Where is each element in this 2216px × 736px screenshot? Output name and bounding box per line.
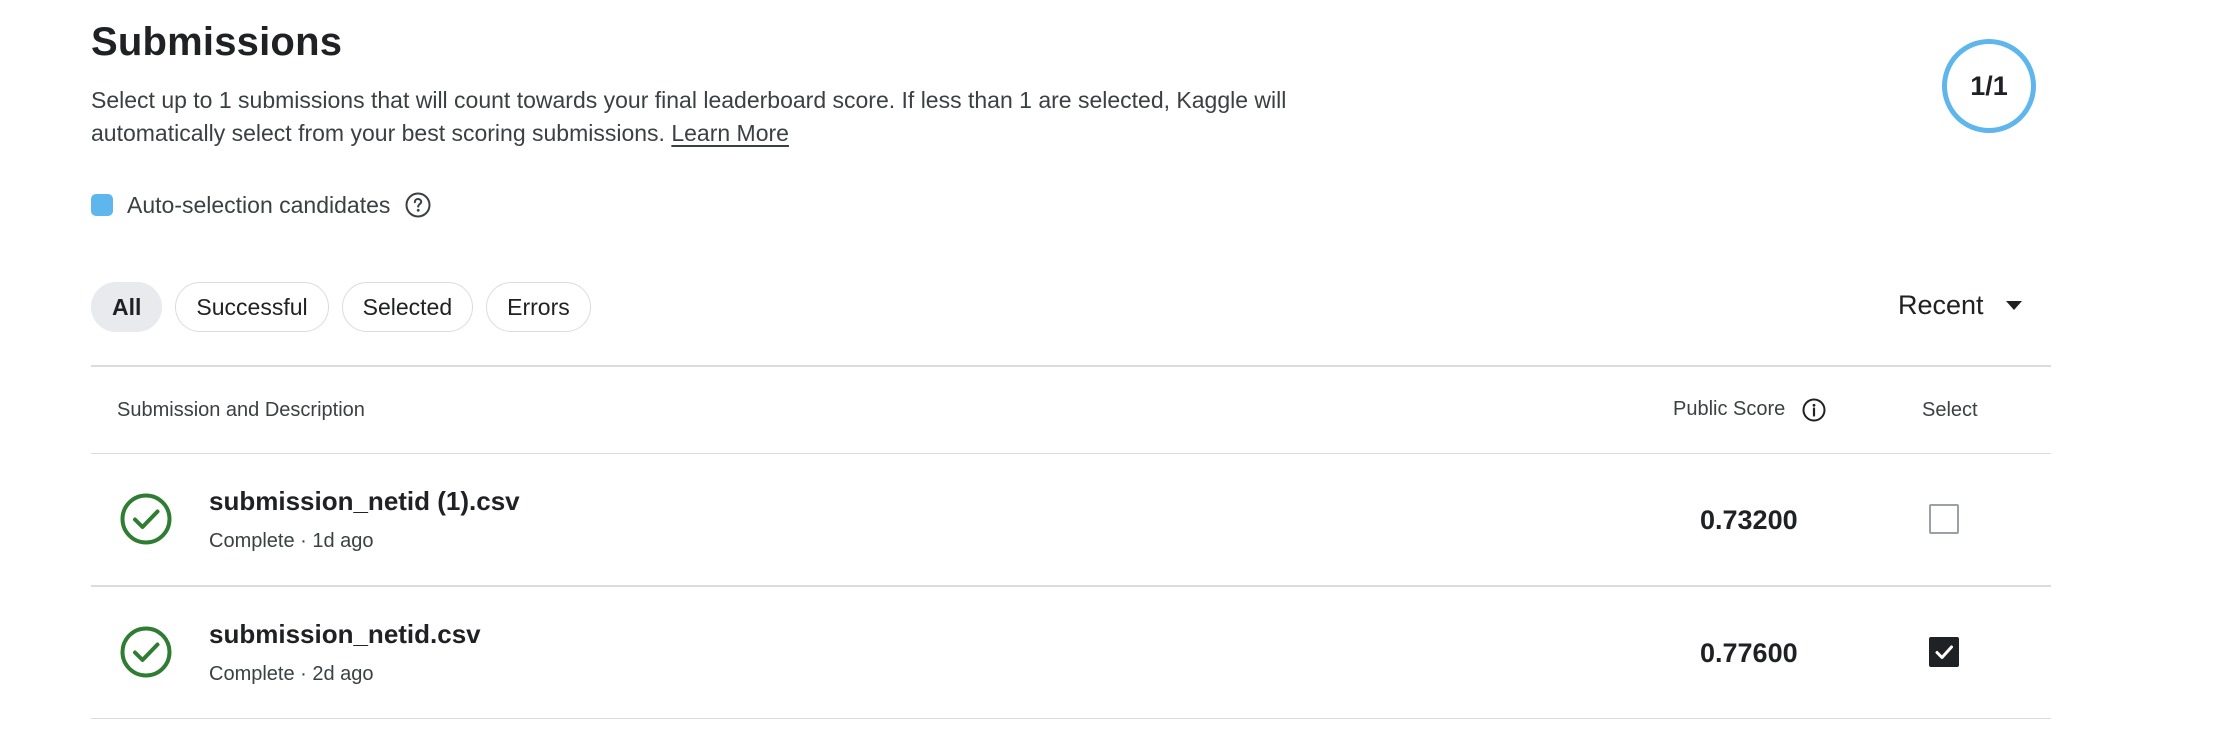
submissions-table: Submission and Description Public Score … [91,365,2051,719]
filter-selected-chip[interactable]: Selected [341,282,474,332]
checkmark-icon [1935,645,1953,659]
auto-selection-legend: Auto-selection candidates [91,190,432,220]
submission-meta: Complete · 1d ago [209,530,374,552]
column-header-score: Public Score [1673,397,1827,423]
caret-down-icon [2005,301,2022,310]
submissions-page: Submissions Select up to 1 submissions t… [0,0,2216,736]
learn-more-link[interactable]: Learn More [671,120,789,146]
sort-dropdown[interactable]: Recent [1898,290,2022,321]
help-circle-icon[interactable] [404,191,432,219]
select-checkbox[interactable] [1929,636,1959,667]
column-header-submission: Submission and Description [117,398,365,421]
selection-counter-text: 1/1 [1970,70,2008,101]
submission-name[interactable]: submission_netid.csv [209,619,481,650]
info-icon[interactable] [1801,397,1827,423]
table-row: submission_netid.csv Complete · 2d ago 0… [91,587,2051,718]
filter-errors-chip[interactable]: Errors [486,282,591,332]
submission-name[interactable]: submission_netid (1).csv [209,486,520,517]
page-description: Select up to 1 submissions that will cou… [91,84,1411,150]
select-checkbox[interactable] [1929,504,1959,534]
submission-meta: Complete · 2d ago [209,662,374,685]
table-row: submission_netid (1).csv Complete · 1d a… [91,454,2051,585]
public-score: 0.73200 [1700,505,1798,535]
table-divider [91,717,2051,719]
column-header-select: Select [1922,398,1978,421]
table-header: Submission and Description Public Score … [91,367,2051,453]
filter-all-chip[interactable]: All [91,282,163,332]
column-header-score-label: Public Score [1673,398,1786,420]
filter-successful-chip[interactable]: Successful [175,282,329,332]
auto-selection-swatch [91,194,113,216]
filter-chips: All Successful Selected Errors [91,282,591,332]
check-circle-icon [119,625,173,679]
sort-label: Recent [1898,290,1984,320]
selection-counter: 1/1 [1942,39,2036,133]
public-score: 0.77600 [1700,637,1798,668]
auto-selection-label: Auto-selection candidates [127,191,391,218]
check-circle-icon [119,492,173,546]
page-title: Submissions [91,20,343,64]
